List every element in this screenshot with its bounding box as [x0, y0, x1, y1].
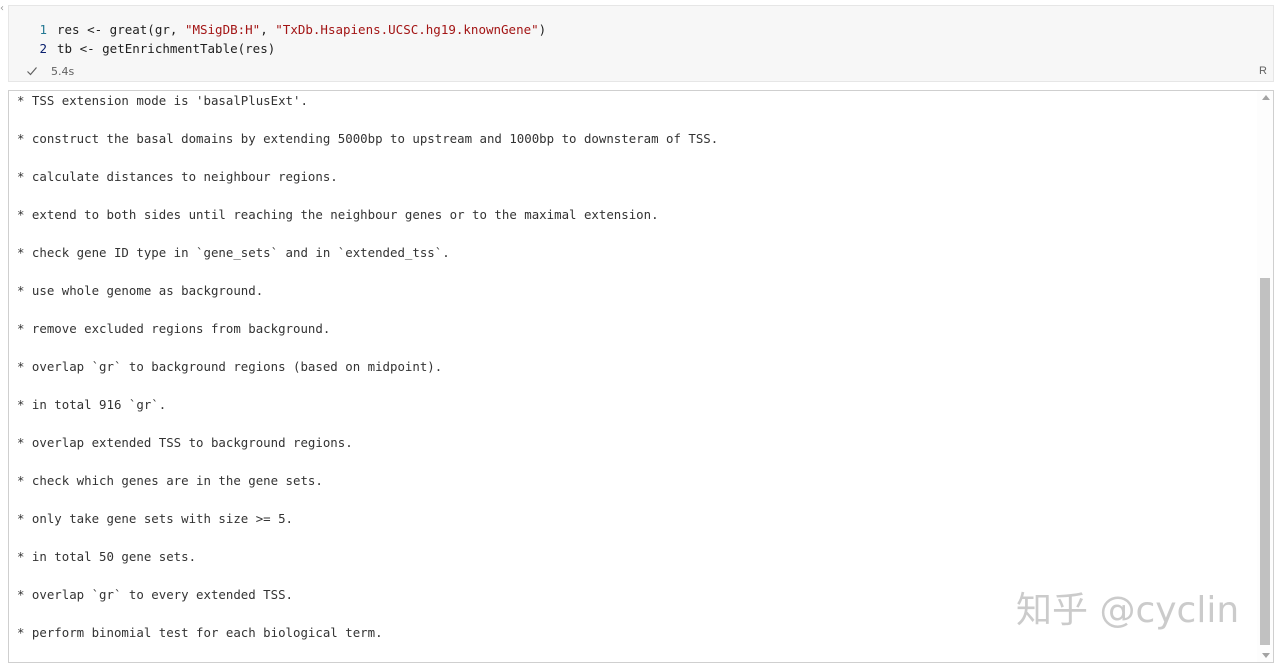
execution-time: 5.4s — [51, 65, 75, 78]
output-line: * TSS extension mode is 'basalPlusExt'. — [17, 93, 308, 108]
code-token: res <- great(gr, — [57, 22, 185, 37]
output-line: * construct the basal domains by extendi… — [17, 131, 719, 146]
output-line: * overlap `gr` to background regions (ba… — [17, 359, 443, 374]
code-token: ) — [538, 22, 547, 37]
string-literal: "MSigDB:H" — [184, 22, 261, 37]
scrollbar-thumb[interactable] — [1260, 278, 1270, 645]
output-scrollbar[interactable] — [1257, 91, 1273, 662]
cell-language-label[interactable]: R — [1259, 65, 1267, 77]
output-line: * check gene ID type in `gene_sets` and … — [17, 245, 450, 260]
code-text[interactable]: res <- great(gr, "MSigDB:H", "TxDb.Hsapi… — [57, 22, 546, 37]
line-number: 2 — [39, 41, 47, 56]
output-line: * in total 50 gene sets. — [17, 549, 197, 564]
check-icon — [27, 67, 37, 76]
code-cell[interactable]: 1 res <- great(gr, "MSigDB:H", "TxDb.Hsap… — [8, 5, 1274, 82]
output-line: * perform binomial test for each biologi… — [17, 625, 383, 640]
code-line[interactable]: 1 res <- great(gr, "MSigDB:H", "TxDb.Hsap… — [9, 20, 1273, 39]
cell-output: * TSS extension mode is 'basalPlusExt'. *… — [8, 90, 1274, 663]
string-literal: "TxDb.Hsapiens.UCSC.hg19.knownGene" — [275, 22, 539, 37]
output-line: * only take gene sets with size >= 5. — [17, 511, 294, 526]
code-token: tb <- getEnrichmentTable(res) — [57, 41, 276, 56]
output-line: * in total 916 `gr`. — [17, 397, 167, 412]
line-number: 1 — [39, 22, 47, 37]
output-line: * remove excluded regions from backgroun… — [17, 321, 331, 336]
scroll-up-arrow-icon[interactable] — [1262, 95, 1270, 100]
code-editor[interactable]: 1 res <- great(gr, "MSigDB:H", "TxDb.Hsap… — [9, 20, 1273, 58]
output-line: * use whole genome as background. — [17, 283, 264, 298]
output-text: * TSS extension mode is 'basalPlusExt'. *… — [17, 91, 718, 661]
output-line: * overlap extended TSS to background reg… — [17, 435, 353, 450]
code-text[interactable]: tb <- getEnrichmentTable(res) — [57, 41, 275, 56]
output-line: * check which genes are in the gene sets… — [17, 473, 323, 488]
code-token: , — [260, 22, 276, 37]
output-line: * overlap `gr` to every extended TSS. — [17, 587, 294, 602]
watermark: 知乎 @cyclin — [1016, 590, 1240, 631]
output-line: * extend to both sides until reaching th… — [17, 207, 659, 222]
scroll-down-arrow-icon[interactable] — [1262, 653, 1270, 658]
cell-status-bar: 5.4s R — [9, 63, 1273, 81]
code-line[interactable]: 2 tb <- getEnrichmentTable(res) — [9, 39, 1273, 58]
output-line: * calculate distances to neighbour regio… — [17, 169, 338, 184]
